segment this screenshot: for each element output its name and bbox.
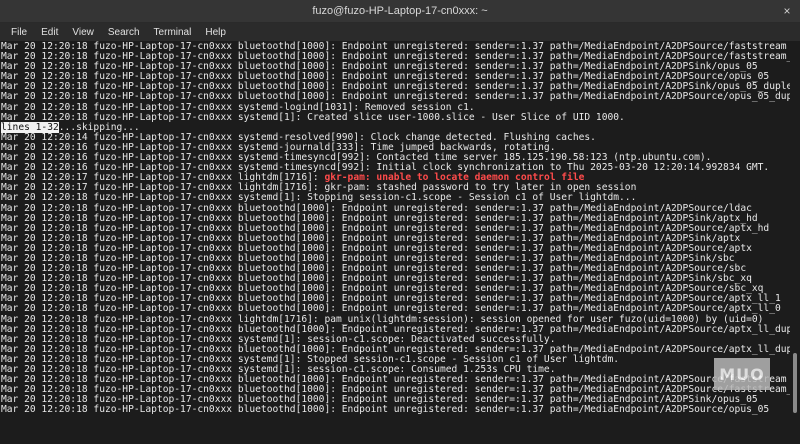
title-bar: fuzo@fuzo-HP-Laptop-17-cn0xxx: ~ × xyxy=(0,0,800,23)
menu-edit[interactable]: Edit xyxy=(34,27,65,38)
menu-terminal[interactable]: Terminal xyxy=(147,27,199,38)
menu-file[interactable]: File xyxy=(4,27,34,38)
menu-bar: File Edit View Search Terminal Help xyxy=(0,23,800,41)
log-line: Mar 20 12:20:18 fuzo-HP-Laptop-17-cn0xxx… xyxy=(1,192,637,204)
window-title: fuzo@fuzo-HP-Laptop-17-cn0xxx: ~ xyxy=(312,5,488,17)
scrollbar[interactable] xyxy=(790,41,800,444)
watermark-logo: MUO xyxy=(714,358,770,390)
terminal-output[interactable]: Mar 20 12:20:18 fuzo-HP-Laptop-17-cn0xxx… xyxy=(0,41,790,444)
menu-help[interactable]: Help xyxy=(198,27,233,38)
terminal-window: fuzo@fuzo-HP-Laptop-17-cn0xxx: ~ × File … xyxy=(0,0,800,444)
close-icon[interactable]: × xyxy=(780,4,794,18)
watermark-text: MUO xyxy=(719,364,765,384)
menu-search[interactable]: Search xyxy=(101,27,147,38)
log-line: Mar 20 12:20:18 fuzo-HP-Laptop-17-cn0xxx… xyxy=(1,404,770,416)
scrollbar-thumb[interactable] xyxy=(793,353,797,413)
menu-view[interactable]: View xyxy=(65,27,101,38)
